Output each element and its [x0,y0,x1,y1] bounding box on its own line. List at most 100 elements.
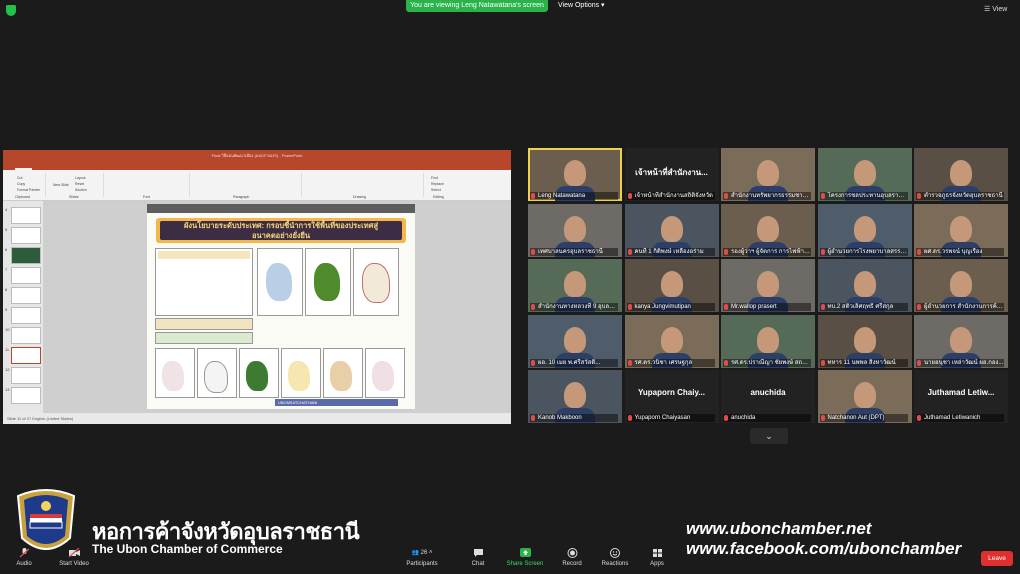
participant-tile[interactable]: Mr.wallop prasert [721,259,815,312]
participant-name: รศ.ดร.วนิชา เศรษฐกุล [634,359,693,366]
share-screen-button[interactable]: Share Screen [503,548,547,567]
participant-tile[interactable]: รองผู้ว่าฯ ผู้จัดการ การไฟฟ้าส่วน... [721,203,815,257]
reset-button[interactable]: Reset [75,182,84,186]
participant-tile[interactable]: โครงการชลประทานอุบลราชธานี [817,148,912,201]
thailand-map [362,263,390,303]
record-label: Record [562,561,582,567]
participant-display-name: anuchida [750,388,786,397]
participant-tile[interactable]: Juthamad Letiw... Juthamad Letiwanich [914,370,1008,423]
chat-label: Chat [471,561,485,567]
slide-number: 9 [5,307,8,312]
microphone-muted-icon [917,193,921,199]
participant-tile[interactable]: ผู้อำนวยการ สำนักงานการค้า... [914,259,1008,312]
participant-tile[interactable]: เจ้าหน้าที่สำนักงาน... เจ้าหน้าที่สำนักงา… [624,148,719,201]
view-button[interactable]: ☰ View [984,4,1016,16]
microphone-muted-icon [627,304,632,310]
microphone-muted-icon [917,304,921,310]
participant-video-face [757,271,779,297]
slide-text-heading [158,251,250,259]
thailand-map [330,361,352,391]
participant-tile[interactable]: สำนักงานทางหลวงที่ 9 อุบลราชธานี [528,259,622,312]
participant-tile[interactable]: Leng Natawatana [528,148,622,201]
participant-video-face [564,160,586,186]
participant-tile[interactable]: kanya Jungvimutipan [624,259,719,312]
slide-number: 8 [5,287,8,292]
slide-header-strip [147,204,415,213]
apps-button[interactable]: Apps [635,548,679,567]
copy-button[interactable]: Copy [17,182,25,186]
microphone-muted-icon [917,415,921,421]
participant-video-face [660,326,683,353]
layout-button[interactable]: Layout [75,176,86,180]
paragraph-group: Paragraph [191,173,302,199]
find-button[interactable]: Find [431,176,438,180]
slide-thumbnail[interactable] [11,327,41,344]
record-button[interactable]: Record [550,548,594,567]
participant-tile[interactable]: รศ.ดร.ปราณีญา ชัยพงษ์ สถาบัน... [721,314,815,368]
slide-thumbnail[interactable] [11,387,41,404]
shield-icon[interactable] [6,5,16,16]
participant-tile[interactable]: Yupaporn Chaiy... Yupaporn Chaiyasan [624,370,719,423]
participant-name: Natchanon Aut (DPT) [827,415,885,421]
microphone-muted-icon [531,359,535,366]
slide-thumbnail-current[interactable] [11,347,41,364]
participant-tile[interactable]: anuchida anuchida [721,370,815,423]
participant-name-tag: รองผู้ว่าฯ ผู้จัดการ การไฟฟ้าส่วน... [723,247,811,256]
slide-thumbnail[interactable] [11,287,41,304]
slide-thumbnail[interactable] [11,207,41,224]
participant-tile[interactable]: ทหาร 11 นพพล สิงหาวัฒน์ [817,314,912,368]
participant-tile[interactable]: รศ.ดร.วนิชา เศรษฐกุล [624,314,719,368]
start-video-button[interactable]: Start Video [52,548,96,567]
audio-button[interactable]: Audio [2,548,46,567]
format-painter-button[interactable]: Format Painter [17,188,40,192]
audio-label: Audio [16,561,32,567]
shared-screen: Final วิธีแผนพัฒนาเมือง (แบบร่างแรก) - P… [3,150,511,424]
participant-name: Kanob Makboon [538,415,582,421]
microphone-muted-icon [531,304,535,310]
participant-tile[interactable]: ตำรวจภูธรจังหวัดอุบลราชธานี [914,148,1008,201]
clipboard-group: Cut Copy Format Painter Clipboard [5,173,46,199]
cut-button[interactable]: Cut [17,176,22,180]
participant-name-tag: anuchida [723,414,811,422]
participant-name-tag: ผศ.ดร.วรพจน์ บุญเรือง [916,247,1004,256]
participant-tile[interactable]: ผอ. 10 เมย พ.ศรีสวัสดิ์... [528,314,622,368]
select-button[interactable]: Select [431,188,441,192]
slide-text-strip [155,318,253,330]
slide-number: 13 [5,387,10,392]
participant-tile[interactable]: เทศบาลนครอุบลราชธานี [528,203,622,257]
clipboard-label: Clipboard [15,195,30,199]
participants-button[interactable]: 👥 26 ˄ Participants [400,548,444,567]
new-slide-button[interactable]: New Slide [53,183,69,187]
participant-name: ทบ.2 สติวเลิศฤทธิ์ ศรีสกุล [827,304,894,310]
slide-thumbnail[interactable] [11,247,41,264]
microphone-muted-icon [917,359,921,366]
participant-video-face [757,326,779,353]
slide-thumbnail[interactable] [11,267,41,284]
participant-tile[interactable]: นายอนุชา เหล่าวัฒน์ ผอ.กอง... [914,314,1008,368]
participant-tile[interactable]: คนที่ 1 กิติพงษ์ เหลืองอร่าม [624,203,719,257]
participant-tile[interactable]: ผศ.ดร.วรพจน์ บุญเรือง [914,203,1008,257]
chat-button[interactable]: Chat [456,548,500,567]
participant-tile[interactable]: ผู้อำนวยการโรงพยาบาลสรรพสิทธิ... [817,203,912,257]
participant-name-tag: เทศบาลนครอุบลราชธานี [530,247,618,256]
replace-button[interactable]: Replace [431,182,444,186]
slide-thumbnail[interactable] [11,307,41,324]
participant-tile[interactable]: Kanob Makboon [528,370,622,423]
participant-tile[interactable]: ทบ.2 สติวเลิศฤทธิ์ ศรีสกุล [817,259,912,312]
reactions-button[interactable]: Reactions [593,548,637,567]
view-options-button[interactable]: View Options ▾ [558,0,614,12]
leave-button[interactable]: Leave [981,551,1013,566]
chevron-down-icon[interactable]: ⌄ [750,428,788,444]
font-label: Font [143,195,151,199]
drawing-label: Drawing [353,195,366,199]
participant-tile[interactable]: สำนักงานทรัพยากรธรรมชาติ... [721,148,815,201]
current-slide[interactable]: ผังนโยบายระดับประเทศ: กรอบชี้นำการใช้พื้… [147,204,415,409]
slide-number: 6 [5,247,8,252]
section-button[interactable]: Section [75,188,87,192]
slides-group: New Slide Layout Reset Section Slides [47,173,104,199]
participant-name: anuchida [731,415,756,421]
participant-name: ผู้อำนวยการโรงพยาบาลสรรพสิทธิ... [827,248,908,255]
slide-thumbnail[interactable] [11,367,41,384]
slide-thumbnail[interactable] [11,227,41,244]
participant-tile[interactable]: Natchanon Aut (DPT) [817,370,912,423]
